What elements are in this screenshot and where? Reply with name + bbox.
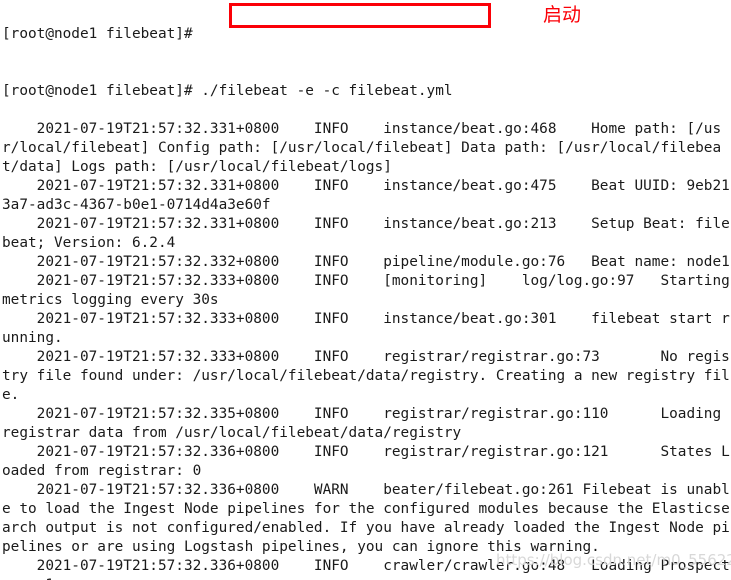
terminal-log-line: 2021-07-19T21:57:32.333+0800 INFO instan… bbox=[2, 311, 730, 346]
terminal-line: [root@node1 filebeat]# bbox=[2, 26, 193, 42]
terminal-log-line: 2021-07-19T21:57:32.336+0800 INFO crawle… bbox=[2, 558, 730, 580]
terminal-log-line: 2021-07-19T21:57:32.333+0800 INFO regist… bbox=[2, 349, 730, 403]
terminal-output: [root@node1 filebeat]# [root@node1 fileb… bbox=[2, 0, 731, 580]
terminal-log-line: 2021-07-19T21:57:32.335+0800 INFO regist… bbox=[2, 406, 730, 441]
terminal-log-line: 2021-07-19T21:57:32.333+0800 INFO [monit… bbox=[2, 273, 730, 308]
terminal-log-line: 2021-07-19T21:57:32.331+0800 INFO instan… bbox=[2, 121, 722, 175]
terminal-log-line: 2021-07-19T21:57:32.331+0800 INFO instan… bbox=[2, 178, 730, 213]
terminal-log-line: 2021-07-19T21:57:32.336+0800 WARN beater… bbox=[2, 482, 730, 555]
terminal-log-line: 2021-07-19T21:57:32.332+0800 INFO pipeli… bbox=[36, 254, 730, 270]
annotation-label: 启动 bbox=[543, 4, 582, 26]
terminal-window[interactable]: [root@node1 filebeat]# [root@node1 fileb… bbox=[0, 0, 731, 580]
terminal-command-line: [root@node1 filebeat]# ./filebeat -e -c … bbox=[2, 83, 453, 99]
terminal-log-line: 2021-07-19T21:57:32.336+0800 INFO regist… bbox=[2, 444, 730, 479]
terminal-log-line: 2021-07-19T21:57:32.331+0800 INFO instan… bbox=[2, 216, 730, 251]
